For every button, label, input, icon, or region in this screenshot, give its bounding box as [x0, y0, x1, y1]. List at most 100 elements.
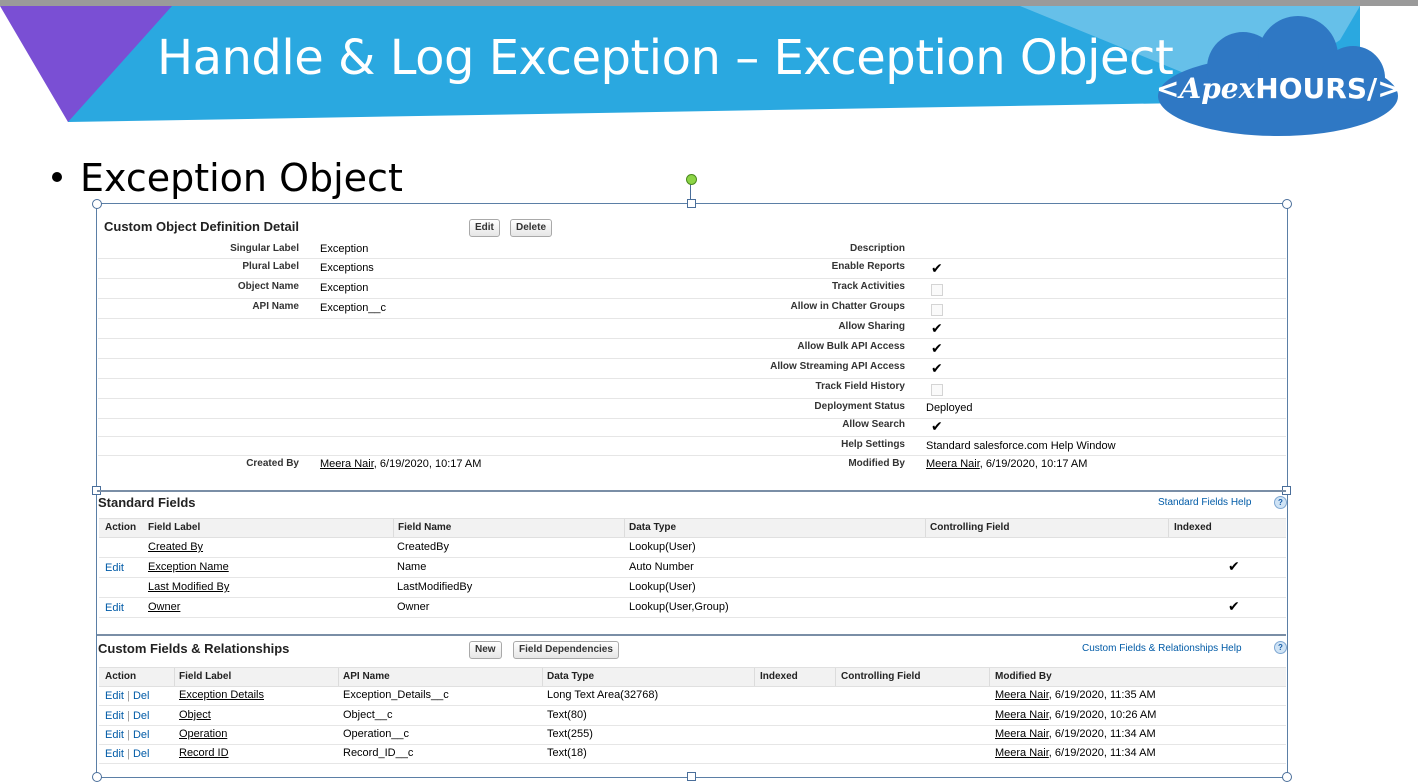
cf-header-field-label[interactable]: Field Label	[179, 671, 231, 682]
cf-row-2-api: Object__c	[343, 709, 393, 721]
cf-row-4-modified: Meera Nair, 6/19/2020, 11:34 AM	[995, 747, 1156, 759]
sf-row-2-label[interactable]: Exception Name	[148, 561, 229, 573]
detail-title: Custom Object Definition Detail	[104, 219, 300, 234]
edit-button[interactable]: Edit	[469, 219, 500, 237]
cf-header-api-name[interactable]: API Name	[343, 671, 390, 682]
cf-header-controlling-field[interactable]: Controlling Field	[841, 671, 920, 682]
help-settings-label: Help Settings	[841, 439, 905, 450]
sf-header-indexed[interactable]: Indexed	[1174, 522, 1212, 533]
slide-title: Handle & Log Exception – Exception Objec…	[157, 30, 1174, 86]
custom-fields-divider	[97, 634, 1286, 636]
plural-label-label: Plural Label	[242, 261, 299, 272]
modified-by-user-link[interactable]: Meera Nair	[926, 458, 980, 470]
cf-row-2-type: Text(80)	[547, 709, 587, 721]
object-name-value: Exception	[320, 282, 369, 294]
resize-handle-top-right[interactable]	[1282, 199, 1292, 209]
sf-row-4-type: Lookup(User,Group)	[629, 601, 729, 613]
allow-sharing-check-icon: ✔	[931, 320, 943, 336]
cf-row-4-api: Record_ID__c	[343, 747, 414, 759]
cf-row-1-label[interactable]: Exception Details	[179, 689, 264, 701]
resize-handle-bottom-left[interactable]	[92, 772, 102, 782]
cf-row-4-del-link[interactable]: Del	[133, 748, 150, 760]
enable-reports-check-icon: ✔	[931, 260, 943, 276]
sf-row-1-type: Lookup(User)	[629, 541, 696, 553]
api-name-value: Exception__c	[320, 302, 387, 314]
cf-row-3-actions: Edit | Del	[105, 729, 150, 741]
cf-row-2-actions: Edit | Del	[105, 710, 150, 722]
sf-header-controlling-field[interactable]: Controlling Field	[930, 522, 1009, 533]
help-settings-value: Standard salesforce.com Help Window	[926, 440, 1116, 452]
sf-row-3-label[interactable]: Last Modified By	[148, 581, 229, 593]
cf-row-1-edit-link[interactable]: Edit	[105, 690, 124, 702]
cf-row-1-user-link[interactable]: Meera Nair	[995, 689, 1049, 701]
sf-header-field-label[interactable]: Field Label	[148, 522, 200, 533]
allow-chatter-label: Allow in Chatter Groups	[790, 301, 905, 312]
cf-row-3-edit-link[interactable]: Edit	[105, 729, 124, 741]
resize-handle-bottom-right[interactable]	[1282, 772, 1292, 782]
cf-row-1-del-link[interactable]: Del	[133, 690, 150, 702]
created-by-label: Created By	[246, 458, 299, 469]
standard-fields-help-link[interactable]: Standard Fields Help	[1158, 497, 1251, 508]
logo-text: <ApexHOURS/>	[1156, 72, 1401, 105]
deployment-status-value: Deployed	[926, 402, 973, 414]
sf-row-4-indexed-check-icon: ✔	[1228, 598, 1240, 614]
cf-row-4-edit-link[interactable]: Edit	[105, 748, 124, 760]
resize-handle-bottom[interactable]	[687, 772, 696, 781]
cf-header-modified-by[interactable]: Modified By	[995, 671, 1052, 682]
deployment-status-label: Deployment Status	[814, 401, 905, 412]
cf-row-3-modified: Meera Nair, 6/19/2020, 11:34 AM	[995, 728, 1156, 740]
allow-bulk-check-icon: ✔	[931, 340, 943, 356]
sf-row-4-edit-link[interactable]: Edit	[105, 602, 124, 614]
cf-row-3-del-link[interactable]: Del	[133, 729, 150, 741]
cf-row-1-api: Exception_Details__c	[343, 689, 449, 701]
created-by-user-link[interactable]: Meera Nair	[320, 458, 374, 470]
sf-header-data-type[interactable]: Data Type	[629, 522, 676, 533]
cf-header-indexed[interactable]: Indexed	[760, 671, 798, 682]
new-field-button[interactable]: New	[469, 641, 502, 659]
cf-row-4-label[interactable]: Record ID	[179, 747, 229, 759]
sf-row-1-label[interactable]: Created By	[148, 541, 203, 553]
cf-row-2-edit-link[interactable]: Edit	[105, 710, 124, 722]
allow-sharing-label: Allow Sharing	[838, 321, 905, 332]
sf-row-3-type: Lookup(User)	[629, 581, 696, 593]
custom-fields-help-icon[interactable]: ?	[1274, 641, 1287, 654]
custom-fields-header	[99, 667, 1286, 687]
sf-row-4-name: Owner	[397, 601, 430, 613]
created-by-value: Meera Nair, 6/19/2020, 10:17 AM	[320, 458, 482, 470]
sf-row-2-indexed-check-icon: ✔	[1228, 558, 1240, 574]
rotate-handle[interactable]	[686, 174, 697, 185]
cf-row-3-user-link[interactable]: Meera Nair	[995, 728, 1049, 740]
field-dependencies-button[interactable]: Field Dependencies	[513, 641, 619, 659]
delete-button[interactable]: Delete	[510, 219, 553, 237]
api-name-label: API Name	[252, 301, 299, 312]
sf-row-2-edit-link[interactable]: Edit	[105, 562, 124, 574]
cf-row-4-user-link[interactable]: Meera Nair	[995, 747, 1049, 759]
standard-fields-help-icon[interactable]: ?	[1274, 496, 1287, 509]
custom-fields-help-link[interactable]: Custom Fields & Relationships Help	[1082, 643, 1242, 654]
track-activities-checkbox	[931, 284, 943, 296]
resize-handle-top[interactable]	[687, 199, 696, 208]
allow-search-label: Allow Search	[842, 419, 905, 430]
cf-row-2-user-link[interactable]: Meera Nair	[995, 709, 1049, 721]
cf-row-2-del-link[interactable]: Del	[133, 710, 150, 722]
cf-row-3-label[interactable]: Operation	[179, 728, 227, 740]
allow-bulk-label: Allow Bulk API Access	[797, 341, 905, 352]
sf-row-2-name: Name	[397, 561, 427, 573]
cf-header-action: Action	[105, 671, 137, 682]
allow-chatter-checkbox	[931, 304, 943, 316]
cf-row-2-label[interactable]: Object	[179, 709, 211, 721]
cf-row-3-type: Text(255)	[547, 728, 593, 740]
enable-reports-label: Enable Reports	[831, 261, 905, 272]
sf-row-3-name: LastModifiedBy	[397, 581, 473, 593]
cf-row-1-modified: Meera Nair, 6/19/2020, 11:35 AM	[995, 689, 1156, 701]
cf-header-data-type[interactable]: Data Type	[547, 671, 594, 682]
resize-handle-top-left[interactable]	[92, 199, 102, 209]
bullet-dot	[52, 171, 62, 182]
sf-row-2-type: Auto Number	[629, 561, 694, 573]
allow-streaming-label: Allow Streaming API Access	[770, 361, 905, 372]
cf-row-2-modified: Meera Nair, 6/19/2020, 10:26 AM	[995, 709, 1157, 721]
track-activities-label: Track Activities	[831, 281, 905, 292]
sf-row-4-label[interactable]: Owner	[148, 601, 180, 613]
modified-by-value: Meera Nair, 6/19/2020, 10:17 AM	[926, 458, 1088, 470]
sf-header-field-name[interactable]: Field Name	[398, 522, 451, 533]
